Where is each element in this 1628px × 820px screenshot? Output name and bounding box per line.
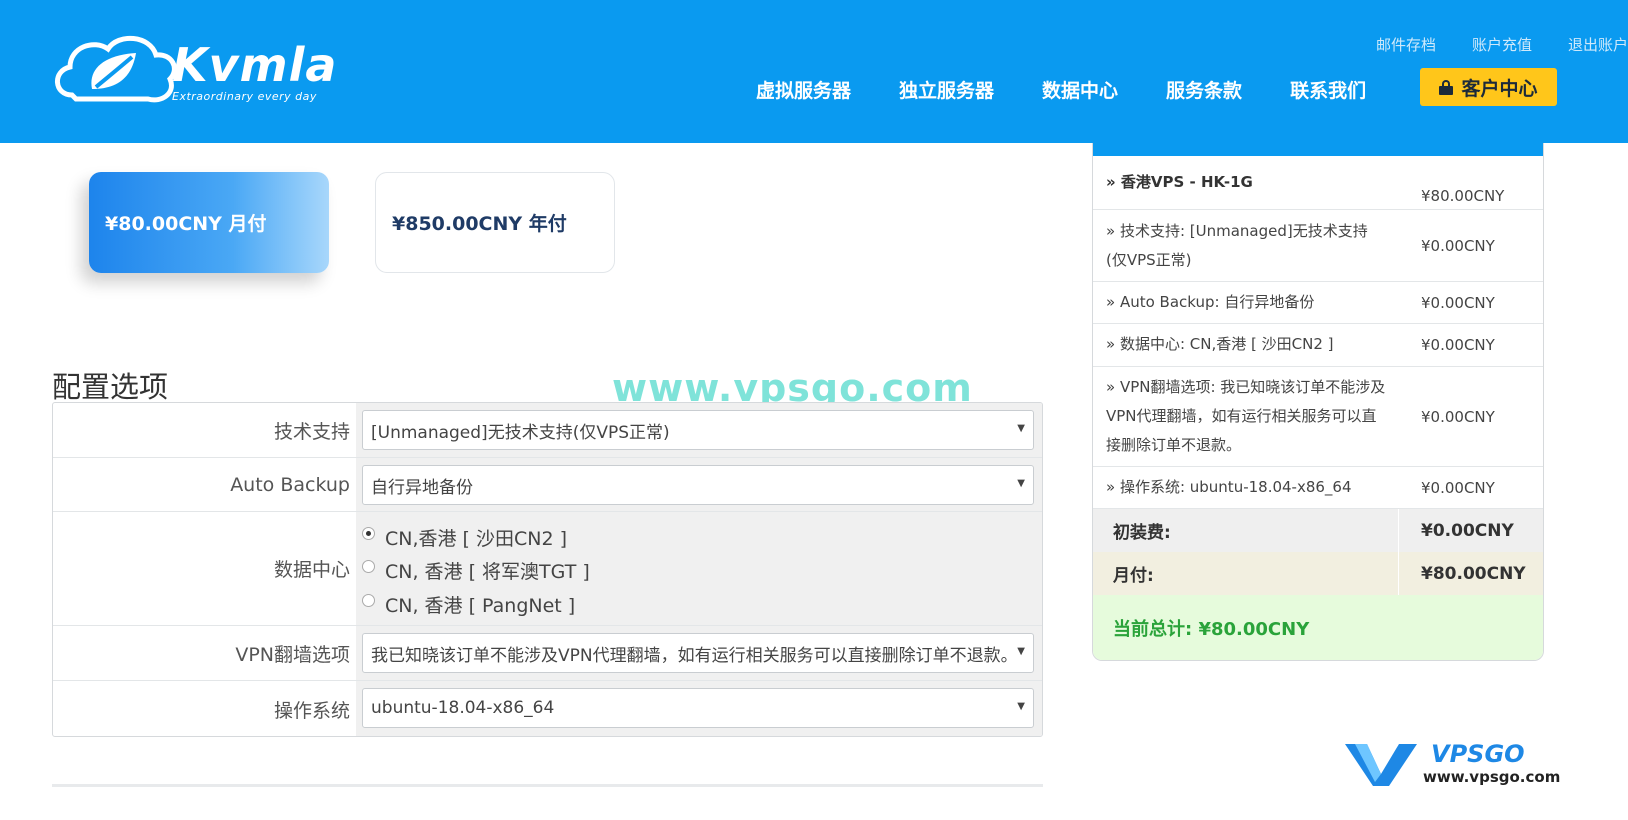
vpn-label: VPN翻墙选项 [235,643,350,666]
vpn-select[interactable]: 我已知晓该订单不能涉及VPN代理翻墙，如有运行相关服务可以直接删除订单不退款。 … [362,633,1034,673]
setup-fee-row: 初装费: ¥0.00CNY [1093,509,1543,552]
config-row-datacenter: 数据中心 CN,香港 [ 沙田CN2 ] CN, 香港 [ 将军澳TGT ] C… [53,512,1042,626]
summary-topbar [1093,143,1543,156]
summary-item-desc: » Auto Backup: 自行异地备份 [1106,293,1315,311]
vpn-select-value: 我已知晓该订单不能涉及VPN代理翻墙，如有运行相关服务可以直接删除订单不退款。 [371,645,1018,666]
summary-item-price: ¥80.00CNY [1421,187,1505,205]
caret-down-icon: ▼ [1017,646,1025,657]
logout-link[interactable]: 退出账户 [1568,34,1628,55]
main-nav: 虚拟服务器 独立服务器 数据中心 服务条款 联系我们 [756,76,1414,103]
setup-fee-label: 初装费: [1113,523,1171,543]
summary-item-desc: » 数据中心: CN,香港 [ 沙田CN2 ] [1106,335,1334,353]
summary-item-datacenter: » 数据中心: CN,香港 [ 沙田CN2 ] ¥0.00CNY [1093,324,1543,367]
order-summary: » 香港VPS - HK-1G ¥80.00CNY » 技术支持: [Unman… [1092,143,1544,661]
support-select-value: [Unmanaged]无技术支持(仅VPS正常) [371,422,670,443]
datacenter-option-label: CN, 香港 [ 将军澳TGT ] [385,561,590,583]
account-recharge-link[interactable]: 账户充值 [1472,34,1532,55]
summary-item-price: ¥0.00CNY [1421,294,1495,312]
nav-contact[interactable]: 联系我们 [1290,76,1366,103]
summary-item-desc: » VPN翻墙选项: 我已知晓该订单不能涉及VPN代理翻墙，如有运行相关服务可以… [1106,378,1386,454]
site-header: Kvmla Extraordinary every day 邮件存档 账户充值 … [0,0,1628,143]
logo-text[interactable]: Kvmla [172,38,337,92]
datacenter-option-tgt[interactable]: CN, 香港 [ 将军澳TGT ] [362,557,590,584]
summary-item-support: » 技术支持: [Unmanaged]无技术支持(仅VPS正常) ¥0.00CN… [1093,210,1543,282]
os-select[interactable]: ubuntu-18.04-x86_64 ▼ [362,688,1034,728]
summary-item-price: ¥0.00CNY [1421,336,1495,354]
summary-item-backup: » Auto Backup: 自行异地备份 ¥0.00CNY [1093,282,1543,324]
monthly-value: ¥80.00CNY [1421,563,1526,584]
radio-unchecked-icon[interactable] [362,560,375,573]
watermark-brand: VPSGO [1431,740,1525,768]
config-row-support: 技术支持 [Unmanaged]无技术支持(仅VPS正常) ▼ [53,403,1042,458]
watermark-url: www.vpsgo.com [1423,768,1560,786]
monthly-label: 月付: [1113,566,1154,586]
os-label: 操作系统 [273,699,350,722]
summary-item-desc: » 技术支持: [Unmanaged]无技术支持(仅VPS正常) [1106,222,1368,269]
client-center-button[interactable]: 客户中心 [1420,68,1557,106]
os-select-value: ubuntu-18.04-x86_64 [371,698,555,718]
config-row-backup: Auto Backup 自行异地备份 ▼ [53,458,1042,512]
datacenter-option-shatin[interactable]: CN,香港 [ 沙田CN2 ] [362,524,567,551]
support-select[interactable]: [Unmanaged]无技术支持(仅VPS正常) ▼ [362,410,1034,450]
summary-item-price: ¥0.00CNY [1421,479,1495,497]
nav-datacenter[interactable]: 数据中心 [1042,76,1118,103]
nav-terms[interactable]: 服务条款 [1166,76,1242,103]
vpsgo-watermark-logo-icon: VPSGO www.vpsgo.com [1345,740,1560,786]
caret-down-icon: ▼ [1017,701,1025,712]
config-row-os: 操作系统 ubuntu-18.04-x86_64 ▼ [53,681,1042,736]
billing-cycle-annual[interactable]: ¥850.00CNY 年付 [375,172,615,273]
nav-vps[interactable]: 虚拟服务器 [756,76,851,103]
nav-dedicated[interactable]: 独立服务器 [899,76,994,103]
setup-fee-value: ¥0.00CNY [1421,520,1514,541]
summary-item-os: » 操作系统: ubuntu-18.04-x86_64 ¥0.00CNY [1093,467,1543,509]
config-row-vpn: VPN翻墙选项 我已知晓该订单不能涉及VPN代理翻墙，如有运行相关服务可以直接删… [53,626,1042,681]
summary-item-price: ¥0.00CNY [1421,237,1495,255]
datacenter-option-label: CN, 香港 [ PangNet ] [385,595,576,617]
config-options-table: 技术支持 [Unmanaged]无技术支持(仅VPS正常) ▼ Auto Bac… [52,402,1043,737]
mail-archive-link[interactable]: 邮件存档 [1376,34,1436,55]
backup-select-value: 自行异地备份 [371,477,473,498]
logo-tagline: Extraordinary every day [172,90,317,103]
datacenter-label: 数据中心 [273,559,350,581]
top-links: 邮件存档 账户充值 退出账户 [1340,34,1628,55]
radio-unchecked-icon[interactable] [362,594,375,607]
datacenter-option-pangnet[interactable]: CN, 香港 [ PangNet ] [362,591,575,618]
summary-item-desc: » 操作系统: ubuntu-18.04-x86_64 [1106,478,1352,496]
caret-down-icon: ▼ [1017,478,1025,489]
grand-total: 当前总计: ¥80.00CNY [1093,595,1543,660]
summary-item-vpn: » VPN翻墙选项: 我已知晓该订单不能涉及VPN代理翻墙，如有运行相关服务可以… [1093,367,1543,467]
backup-label: Auto Backup [230,473,350,496]
radio-checked-icon[interactable] [362,527,375,540]
backup-select[interactable]: 自行异地备份 ▼ [362,465,1034,505]
summary-item-desc: » 香港VPS - HK-1G [1106,173,1253,191]
summary-item-product: » 香港VPS - HK-1G ¥80.00CNY [1093,156,1543,210]
lock-icon [1439,79,1454,95]
config-section-title: 配置选项 [52,370,169,404]
section-divider [52,784,1043,787]
datacenter-option-label: CN,香港 [ 沙田CN2 ] [385,528,568,550]
client-center-label: 客户中心 [1461,77,1538,100]
monthly-row: 月付: ¥80.00CNY [1093,552,1543,595]
summary-item-price: ¥0.00CNY [1421,408,1495,426]
billing-cycle-monthly[interactable]: ¥80.00CNY 月付 [89,172,329,273]
caret-down-icon: ▼ [1017,423,1025,434]
support-label: 技术支持 [273,420,350,443]
